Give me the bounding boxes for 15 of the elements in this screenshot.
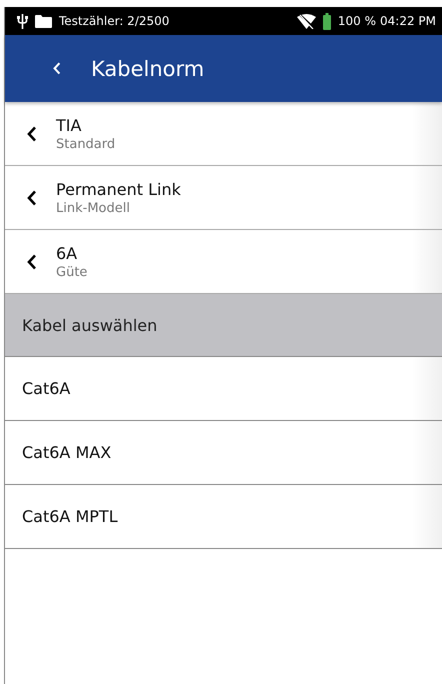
usb-icon — [17, 14, 28, 28]
filter-value: 6A — [56, 244, 78, 262]
filter-label: Güte — [56, 264, 88, 280]
wifi-off-icon — [296, 14, 316, 28]
page-title: Kabelnorm — [91, 56, 204, 80]
battery-icon — [322, 12, 331, 30]
clock-time: 04:22 PM — [380, 14, 436, 28]
folder-icon — [35, 14, 52, 28]
filter-value: Permanent Link — [56, 180, 181, 198]
test-counter: Testzähler: 2/2500 — [59, 14, 170, 28]
battery-percent: 100 % — [338, 14, 376, 28]
filter-label: Link-Modell — [56, 200, 131, 216]
filter-label: Standard — [56, 136, 116, 152]
section-header: Kabel auswählen — [5, 294, 442, 357]
filter-value: TIA — [56, 116, 82, 134]
